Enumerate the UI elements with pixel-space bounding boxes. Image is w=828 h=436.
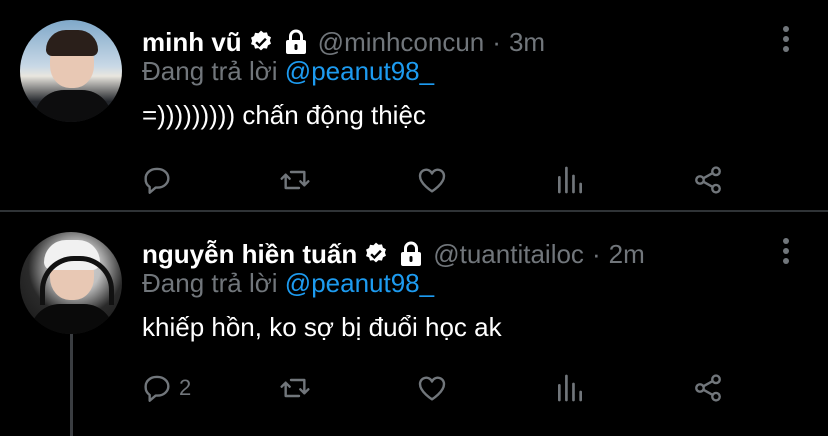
avatar[interactable] <box>20 232 122 334</box>
replying-to-label: Đang trả lời <box>142 268 278 298</box>
share-icon <box>695 166 721 194</box>
separator: · <box>492 26 501 57</box>
retweet-icon <box>280 170 310 190</box>
stats-button[interactable] <box>554 160 586 200</box>
like-icon <box>418 376 446 401</box>
stats-button[interactable] <box>554 368 586 408</box>
retweet-button[interactable] <box>279 368 311 408</box>
timestamp[interactable]: 3m <box>509 27 545 58</box>
tweet[interactable]: nguyễn hiền tuấn @tuantitailoc · 2m Đang… <box>0 212 828 436</box>
tweet-text: khiếp hồn, ko sợ bị đuổi học ak <box>142 312 502 342</box>
like-icon <box>418 168 446 193</box>
handle[interactable]: @minhconcun <box>318 27 485 58</box>
timestamp[interactable]: 2m <box>609 239 645 270</box>
mention-link[interactable]: @peanut98_ <box>285 56 434 86</box>
replying-to: Đang trả lời @peanut98_ <box>142 56 434 87</box>
mention-link[interactable]: @peanut98_ <box>285 268 434 298</box>
action-bar <box>0 160 828 200</box>
reply-count: 2 <box>179 375 192 400</box>
reply-icon <box>144 167 170 194</box>
verified-icon <box>250 30 271 51</box>
share-icon <box>695 374 721 402</box>
like-button[interactable] <box>416 368 448 408</box>
avatar[interactable] <box>20 20 122 122</box>
lock-icon <box>285 29 306 54</box>
display-name[interactable]: nguyễn hiền tuấn <box>142 239 357 270</box>
action-bar: 2 <box>0 368 828 408</box>
replying-to-label: Đang trả lời <box>142 56 278 86</box>
share-button[interactable] <box>692 368 724 408</box>
reply-button[interactable]: 2 <box>141 368 191 408</box>
separator: · <box>591 238 601 269</box>
like-button[interactable] <box>416 160 448 200</box>
handle[interactable]: @tuantitailoc <box>433 239 584 270</box>
retweet-icon <box>280 378 310 398</box>
reply-icon <box>144 375 170 402</box>
reply-button[interactable] <box>141 160 179 200</box>
more-icon[interactable] <box>774 26 798 56</box>
share-button[interactable] <box>692 160 724 200</box>
display-name[interactable]: minh vũ <box>142 27 242 58</box>
stats-icon <box>558 374 582 402</box>
replying-to: Đang trả lời @peanut98_ <box>142 268 434 299</box>
lock-icon <box>401 241 422 266</box>
retweet-button[interactable] <box>279 160 311 200</box>
tweet-text: =))))))))) chấn động thiệc <box>142 100 426 130</box>
verified-icon <box>366 242 387 263</box>
more-icon[interactable] <box>774 238 798 268</box>
tweet[interactable]: minh vũ @minhconcun · 3m Đang trả lời @p… <box>0 0 828 210</box>
stats-icon <box>558 166 582 194</box>
